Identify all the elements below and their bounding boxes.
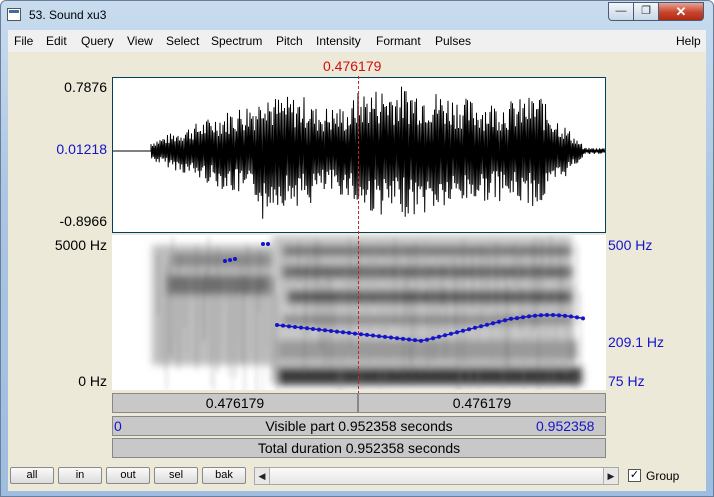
spectrogram-top-label: 5000 Hz xyxy=(54,237,107,253)
scroll-right-icon[interactable]: ▶ xyxy=(604,468,618,484)
menu-bar: File Edit Query View Select Spectrum Pit… xyxy=(8,30,706,53)
pitch-bottom-label: 75 Hz xyxy=(608,373,645,389)
waveform-min-label: -0.8966 xyxy=(59,213,107,229)
segment-right-time: 0.476179 xyxy=(452,395,512,411)
segment-left-time: 0.476179 xyxy=(205,395,265,411)
waveform-trace xyxy=(113,86,606,219)
client-area: File Edit Query View Select Spectrum Pit… xyxy=(8,30,706,491)
segment-right-bar[interactable]: 0.476179 xyxy=(358,393,606,413)
menu-pulses[interactable]: Pulses xyxy=(435,34,471,48)
pitch-mid-label: 209.1 Hz xyxy=(608,334,665,350)
zoom-out-button[interactable]: out xyxy=(106,467,150,484)
app-icon xyxy=(7,8,21,21)
menu-query[interactable]: Query xyxy=(81,34,114,48)
maximize-button[interactable]: ❐ xyxy=(633,2,659,21)
horizontal-scrollbar[interactable]: ◀ ▶ xyxy=(254,467,619,485)
pitch-top-label: 500 Hz xyxy=(608,237,653,253)
visible-part-label: Visible part 0.952358 seconds xyxy=(265,418,453,434)
menu-pitch[interactable]: Pitch xyxy=(276,34,303,48)
menu-file[interactable]: File xyxy=(14,34,33,48)
bottom-toolbar: all in out sel bak ◀ ▶ ✓ Group xyxy=(8,460,706,491)
menu-view[interactable]: View xyxy=(127,34,153,48)
menu-edit[interactable]: Edit xyxy=(46,34,67,48)
menu-intensity[interactable]: Intensity xyxy=(316,34,361,48)
spectrogram-bottom-label: 0 Hz xyxy=(78,373,107,389)
visible-start-label: 0 xyxy=(114,418,122,434)
segment-left-bar[interactable]: 0.476179 xyxy=(112,393,358,413)
menu-select[interactable]: Select xyxy=(166,34,199,48)
scroll-left-icon[interactable]: ◀ xyxy=(255,468,269,484)
zoom-in-button[interactable]: in xyxy=(58,467,102,484)
window-title: 53. Sound xu3 xyxy=(29,8,107,22)
zoom-all-button[interactable]: all xyxy=(10,467,54,484)
minimize-button[interactable]: — xyxy=(608,2,634,21)
scroll-thumb[interactable] xyxy=(269,468,604,484)
waveform-zero-label: 0.01218 xyxy=(56,141,107,157)
visible-end-label: 0.952358 xyxy=(536,418,595,434)
title-bar: 53. Sound xu3 — ❐ ✕ xyxy=(1,1,713,30)
cursor-time-label: 0.476179 xyxy=(323,58,382,74)
total-duration-bar[interactable]: Total duration 0.952358 seconds xyxy=(112,438,606,458)
close-button[interactable]: ✕ xyxy=(658,2,704,21)
waveform-panel[interactable] xyxy=(112,77,606,233)
menu-spectrum[interactable]: Spectrum xyxy=(211,34,262,48)
total-duration-label: Total duration 0.952358 seconds xyxy=(257,440,461,456)
menu-help[interactable]: Help xyxy=(676,34,701,48)
waveform-max-label: 0.7876 xyxy=(64,79,107,95)
group-label: Group xyxy=(646,469,680,483)
group-checkbox[interactable]: ✓ xyxy=(628,469,641,482)
cursor-line xyxy=(358,76,359,394)
sound-editor-area[interactable]: 0.476179 0.7876 0.01218 -0.8966 5000 Hz … xyxy=(8,52,706,458)
zoom-selection-button[interactable]: sel xyxy=(154,467,198,484)
spectrogram-panel[interactable] xyxy=(112,235,606,418)
menu-formant[interactable]: Formant xyxy=(376,34,421,48)
spectrogram-svg xyxy=(152,235,585,418)
visible-part-bar[interactable]: Visible part 0.952358 seconds xyxy=(112,416,606,436)
waveform-svg xyxy=(113,86,606,219)
zoom-back-button[interactable]: bak xyxy=(202,467,246,484)
praat-window: 53. Sound xu3 — ❐ ✕ File Edit Query View… xyxy=(0,0,714,497)
